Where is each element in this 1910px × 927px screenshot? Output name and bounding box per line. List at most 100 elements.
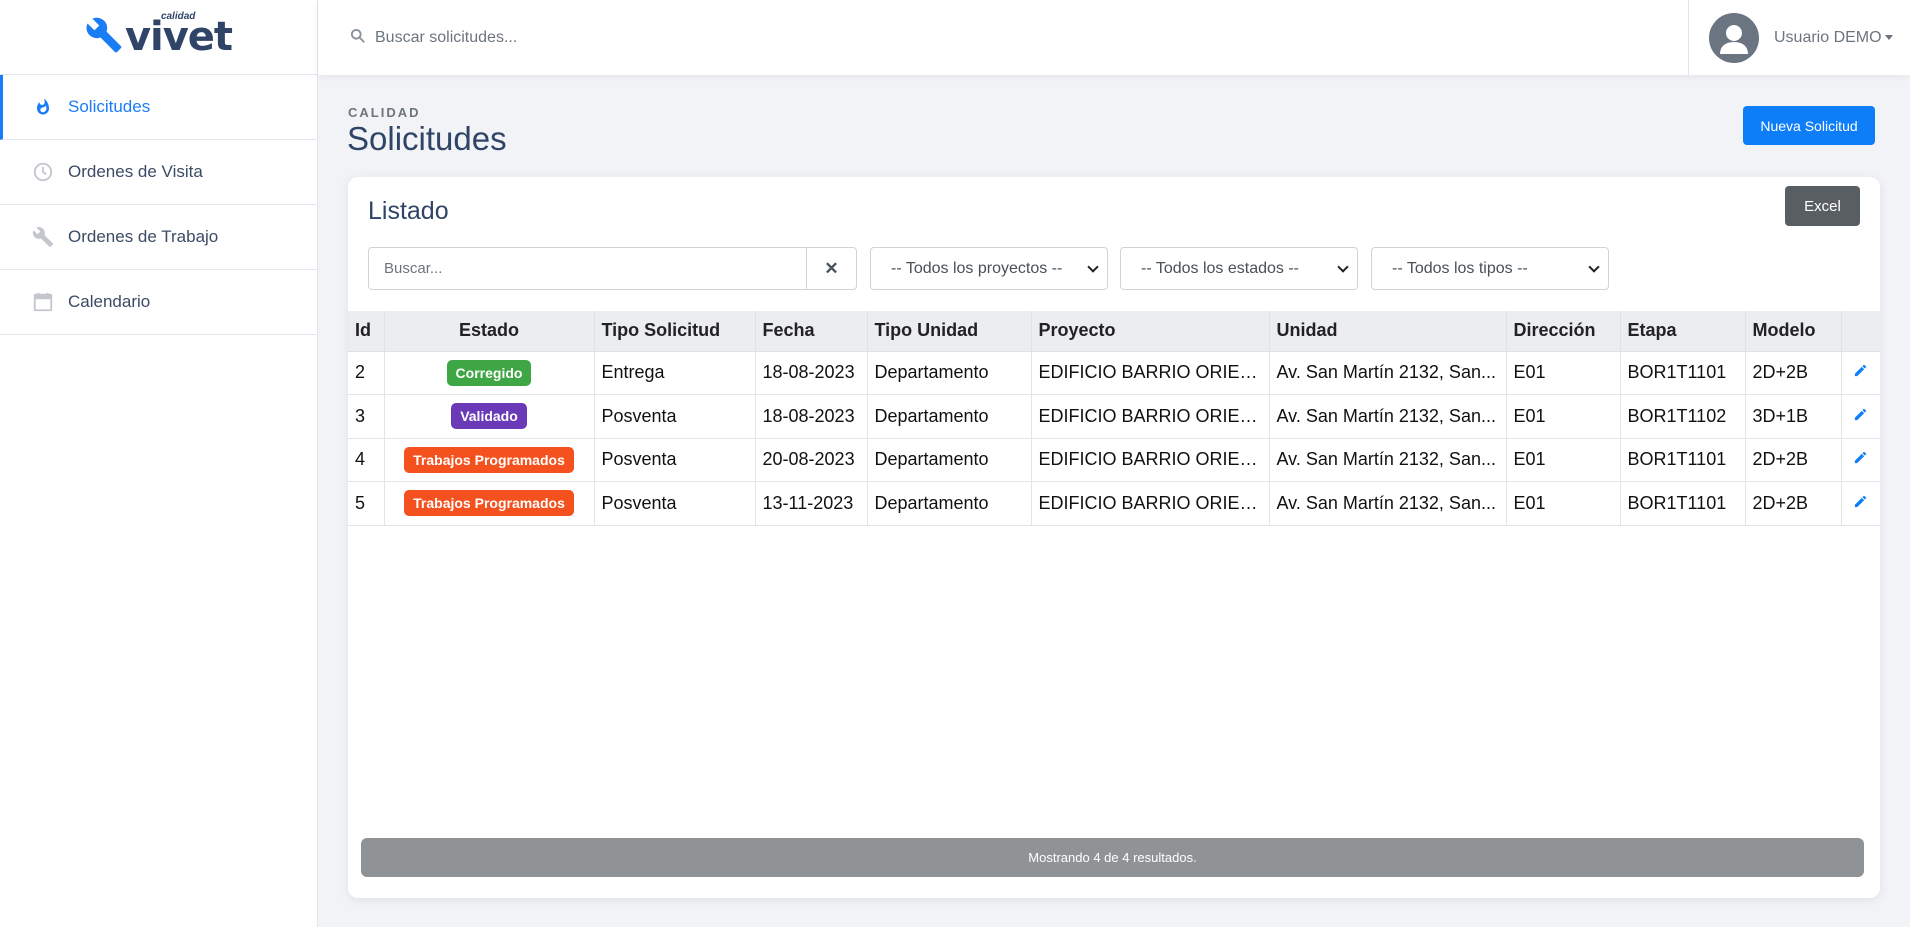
edit-button[interactable] xyxy=(1840,350,1880,395)
avatar xyxy=(1709,12,1759,63)
cell-tipo-unidad: Departamento xyxy=(866,437,1032,482)
cell-tipo-unidad: Departamento xyxy=(866,394,1032,439)
project-filter-value: -- Todos los proyectos -- xyxy=(891,259,1063,277)
cell-estado: Trabajos Programados xyxy=(383,481,595,526)
edit-button[interactable] xyxy=(1840,437,1880,482)
project-filter-select[interactable]: -- Todos los proyectos -- xyxy=(870,247,1108,290)
column-header[interactable]: Unidad xyxy=(1268,311,1507,352)
page-title: Solicitudes xyxy=(347,120,507,157)
column-header[interactable]: Id xyxy=(348,311,385,352)
cell-unidad: Av. San Martín 2132, San... xyxy=(1268,481,1507,526)
fire-icon xyxy=(32,96,54,118)
status-badge: Validado xyxy=(451,403,527,430)
column-header[interactable]: Estado xyxy=(383,311,595,352)
sidebar-item-solicitudes[interactable]: Solicitudes xyxy=(0,75,317,140)
global-search xyxy=(350,28,1650,48)
list-card: Listado Excel ✕ -- Todos los proyectos -… xyxy=(348,177,1880,898)
column-header-actions xyxy=(1840,311,1880,352)
table-header-row: Id Estado Tipo Solicitud Fecha Tipo Unid… xyxy=(348,311,1880,352)
cell-tipo-unidad: Departamento xyxy=(866,481,1032,526)
requests-table: Id Estado Tipo Solicitud Fecha Tipo Unid… xyxy=(348,311,1880,526)
clear-search-button[interactable]: ✕ xyxy=(806,248,856,289)
sidebar-item-label: Ordenes de Trabajo xyxy=(68,227,219,246)
cell-etapa: BOR1T1101 xyxy=(1619,350,1746,395)
excel-export-button[interactable]: Excel xyxy=(1785,186,1860,226)
column-header[interactable]: Tipo Unidad xyxy=(866,311,1032,352)
edit-button[interactable] xyxy=(1840,481,1880,526)
chevron-down-icon xyxy=(1588,260,1600,273)
cell-id: 5 xyxy=(348,481,385,526)
pencil-icon xyxy=(1853,493,1868,513)
logo[interactable]: calidad vivet xyxy=(0,0,317,75)
list-search-input[interactable] xyxy=(369,248,806,289)
sidebar-item-ordenes-visita[interactable]: Ordenes de Visita xyxy=(0,140,317,205)
column-header[interactable]: Dirección xyxy=(1505,311,1621,352)
wrench-icon xyxy=(32,226,54,248)
status-badge: Corregido xyxy=(446,359,532,386)
cell-fecha: 18-08-2023 xyxy=(754,350,868,395)
column-header[interactable]: Etapa xyxy=(1619,311,1746,352)
table-row[interactable]: 2 Corregido Entrega 18-08-2023 Departame… xyxy=(348,350,1880,395)
cell-id: 2 xyxy=(348,350,385,395)
cell-modelo: 2D+2B xyxy=(1744,437,1842,482)
cell-tipo: Posventa xyxy=(593,394,756,439)
status-badge: Trabajos Programados xyxy=(404,446,574,473)
user-name: Usuario DEMO xyxy=(1774,28,1882,46)
column-header[interactable]: Fecha xyxy=(754,311,868,352)
results-summary: Mostrando 4 de 4 resultados. xyxy=(361,838,1864,877)
cell-id: 3 xyxy=(348,394,385,439)
cell-direccion: E01 xyxy=(1505,437,1621,482)
pencil-icon xyxy=(1853,362,1868,382)
cell-tipo: Entrega xyxy=(593,350,756,395)
page-overline: CALIDAD xyxy=(348,105,421,120)
cell-proyecto: EDIFICIO BARRIO ORIEN... xyxy=(1030,350,1270,395)
pencil-icon xyxy=(1853,449,1868,469)
chevron-down-icon xyxy=(1087,260,1099,273)
cell-etapa: BOR1T1101 xyxy=(1619,437,1746,482)
sidebar-item-calendario[interactable]: Calendario xyxy=(0,270,317,335)
cell-id: 4 xyxy=(348,437,385,482)
table-row[interactable]: 3 Validado Posventa 18-08-2023 Departame… xyxy=(348,394,1880,439)
list-search: ✕ xyxy=(368,247,857,290)
state-filter-select[interactable]: -- Todos los estados -- xyxy=(1120,247,1358,290)
new-request-button[interactable]: Nueva Solicitud xyxy=(1743,106,1875,145)
cell-direccion: E01 xyxy=(1505,481,1621,526)
cell-fecha: 20-08-2023 xyxy=(754,437,868,482)
table-row[interactable]: 4 Trabajos Programados Posventa 20-08-20… xyxy=(348,437,1880,482)
table-row[interactable]: 5 Trabajos Programados Posventa 13-11-20… xyxy=(348,481,1880,526)
cell-etapa: BOR1T1102 xyxy=(1619,394,1746,439)
cell-proyecto: EDIFICIO BARRIO ORIEN... xyxy=(1030,481,1270,526)
clock-icon xyxy=(32,161,54,183)
cell-unidad: Av. San Martín 2132, San... xyxy=(1268,350,1507,395)
cell-fecha: 18-08-2023 xyxy=(754,394,868,439)
sidebar-item-label: Calendario xyxy=(68,292,151,311)
state-filter-value: -- Todos los estados -- xyxy=(1141,259,1299,277)
column-header[interactable]: Proyecto xyxy=(1030,311,1270,352)
type-filter-select[interactable]: -- Todos los tipos -- xyxy=(1371,247,1609,290)
edit-button[interactable] xyxy=(1840,394,1880,439)
cell-fecha: 13-11-2023 xyxy=(754,481,868,526)
cell-modelo: 2D+2B xyxy=(1744,481,1842,526)
column-header[interactable]: Modelo xyxy=(1744,311,1842,352)
cell-proyecto: EDIFICIO BARRIO ORIEN... xyxy=(1030,437,1270,482)
sidebar-item-label: Ordenes de Visita xyxy=(68,162,203,181)
wrench-logo-icon xyxy=(85,16,123,59)
global-search-input[interactable] xyxy=(375,28,975,47)
user-menu[interactable]: Usuario DEMO xyxy=(1688,0,1910,75)
cell-tipo-unidad: Departamento xyxy=(866,350,1032,395)
chevron-down-icon xyxy=(1337,260,1349,273)
close-icon: ✕ xyxy=(824,258,839,278)
cell-proyecto: EDIFICIO BARRIO ORIEN... xyxy=(1030,394,1270,439)
sidebar-item-ordenes-trabajo[interactable]: Ordenes de Trabajo xyxy=(0,205,317,270)
status-badge: Trabajos Programados xyxy=(404,490,574,517)
type-filter-value: -- Todos los tipos -- xyxy=(1392,259,1528,277)
cell-direccion: E01 xyxy=(1505,350,1621,395)
column-header[interactable]: Tipo Solicitud xyxy=(593,311,756,352)
cell-direccion: E01 xyxy=(1505,394,1621,439)
cell-estado: Corregido xyxy=(383,350,595,395)
cell-tipo: Posventa xyxy=(593,437,756,482)
cell-modelo: 2D+2B xyxy=(1744,350,1842,395)
cell-etapa: BOR1T1101 xyxy=(1619,481,1746,526)
cell-estado: Validado xyxy=(383,394,595,439)
logo-small-text: calidad xyxy=(160,11,196,22)
